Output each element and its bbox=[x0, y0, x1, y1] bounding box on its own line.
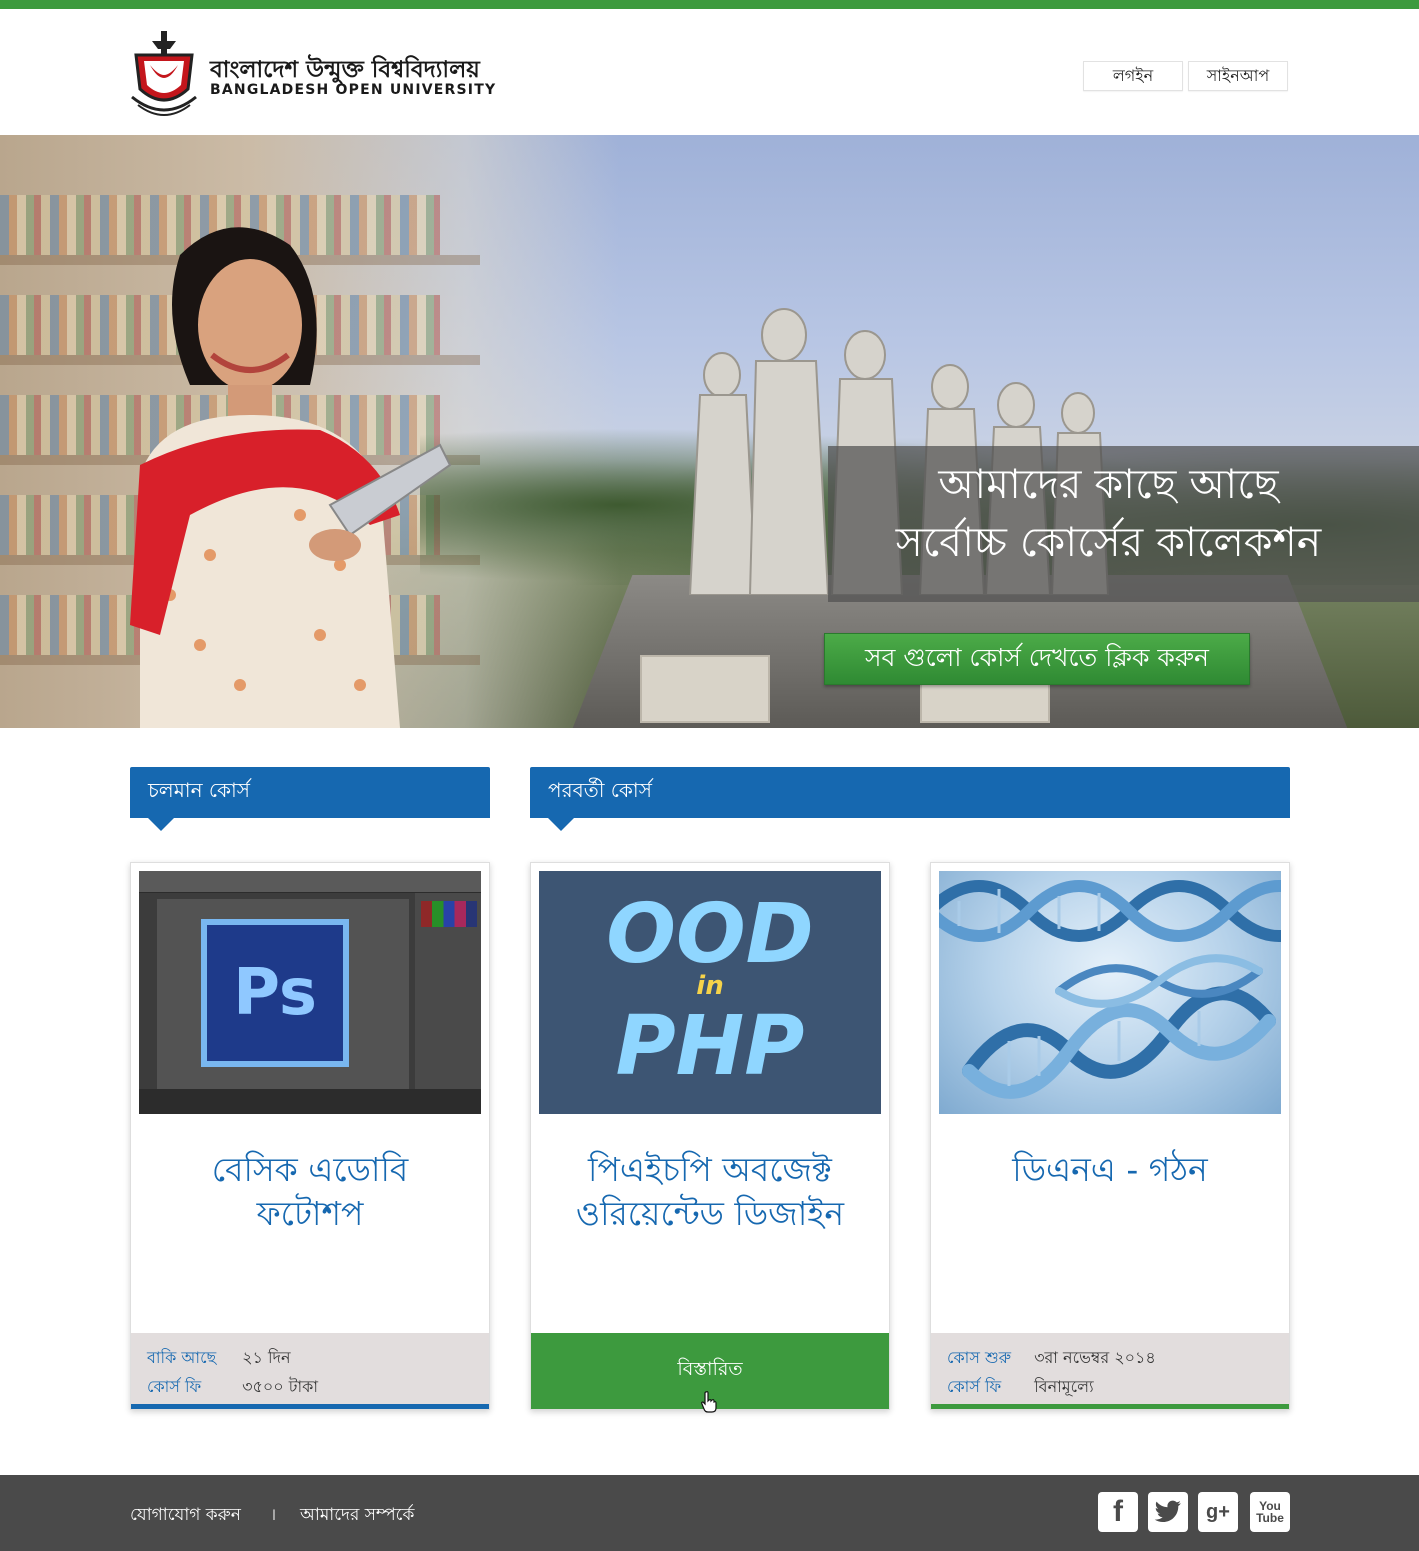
ood-php-thumbnail: OOD in PHP bbox=[539, 871, 881, 1114]
php-text: PHP bbox=[615, 999, 805, 1094]
photoshop-thumbnail: Ps bbox=[139, 871, 481, 1114]
hero-heading-line1: আমাদের কাছে আছে bbox=[938, 460, 1279, 508]
photoshop-statusbar bbox=[139, 1089, 481, 1114]
course-meta: বাকি আছে ২১ দিন কোর্স ফি ৩৫০০ টাকা bbox=[131, 1333, 489, 1409]
course-title-line1: বেসিক এডোবি bbox=[211, 1150, 409, 1189]
youtube-icon[interactable]: You Tube bbox=[1250, 1492, 1290, 1532]
view-all-courses-button[interactable]: সব গুলো কোর্স দেখতে ক্লিক করুন bbox=[824, 633, 1250, 685]
course-fee-label: কোর্স ফি bbox=[147, 1377, 202, 1396]
hero-heading-line2: সর্বোচ্চ কোর্সের কালেকশন bbox=[895, 518, 1322, 566]
course-title-line1: পিএইচপি অবজেক্ট bbox=[588, 1150, 832, 1189]
login-button[interactable]: লগইন bbox=[1083, 61, 1183, 91]
course-title-line2: ফটোশপ bbox=[256, 1194, 364, 1233]
remaining-days-row: বাকি আছে ২১ দিন bbox=[147, 1345, 291, 1372]
course-fee-value: বিনামূল্যে bbox=[1034, 1377, 1094, 1396]
twitter-bird-icon bbox=[1154, 1500, 1181, 1523]
logo-text-english: BANGLADESH OPEN UNIVERSITY bbox=[210, 82, 497, 98]
details-button[interactable]: বিস্তারিত bbox=[531, 1333, 889, 1413]
course-title[interactable]: পিএইচপি অবজেক্ট ওরিয়েন্টেড ডিজাইন bbox=[531, 1148, 889, 1236]
facebook-glyph: f bbox=[1113, 1495, 1123, 1528]
course-card-php-ood[interactable]: OOD in PHP পিএইচপি অবজেক্ট ওরিয়েন্টেড ড… bbox=[530, 862, 890, 1413]
googleplus-icon[interactable]: g+ bbox=[1198, 1492, 1238, 1532]
course-start-row: কোস শুরু ৩রা নভেম্বর ২০১৪ bbox=[947, 1345, 1156, 1372]
course-fee-label: কোর্স ফি bbox=[947, 1377, 1002, 1396]
photoshop-logo-icon: Ps bbox=[201, 919, 349, 1067]
youtube-line2: Tube bbox=[1256, 1511, 1284, 1525]
dna-helix-image bbox=[939, 880, 1281, 1099]
course-start-label: কোস শুরু bbox=[947, 1348, 1012, 1367]
hero-heading: আমাদের কাছে আছে সর্বোচ্চ কোর্সের কালেকশন bbox=[828, 455, 1419, 571]
current-courses-header: চলমান কোর্স bbox=[130, 767, 490, 831]
course-card-dna[interactable]: ডিএনএ - গঠন কোস শুরু ৩রা নভেম্বর ২০১৪ কো… bbox=[930, 862, 1290, 1410]
course-fee-value: ৩৫০০ টাকা bbox=[242, 1377, 318, 1396]
university-emblem-icon bbox=[131, 31, 197, 116]
hero-banner: আমাদের কাছে আছে সর্বোচ্চ কোর্সের কালেকশন… bbox=[0, 135, 1419, 728]
photoshop-toolbar bbox=[139, 871, 481, 893]
signup-button[interactable]: সাইনআপ bbox=[1188, 61, 1288, 91]
next-courses-title: পরবর্তী কোর্স bbox=[548, 778, 652, 802]
student-woman-image bbox=[130, 227, 452, 728]
photoshop-histogram bbox=[421, 901, 477, 927]
course-title[interactable]: বেসিক এডোবি ফটোশপ bbox=[131, 1148, 489, 1236]
course-card-photoshop[interactable]: Ps বেসিক এডোবি ফটোশপ বাকি আছে ২১ দিন কোর… bbox=[130, 862, 490, 1410]
details-button-label: বিস্তারিত bbox=[677, 1358, 743, 1380]
course-meta: কোস শুরু ৩রা নভেম্বর ২০১৪ কোর্স ফি বিনাম… bbox=[931, 1333, 1289, 1409]
course-fee-row: কোর্স ফি ৩৫০০ টাকা bbox=[147, 1374, 318, 1401]
course-fee-row: কোর্স ফি বিনামূল্যে bbox=[947, 1374, 1094, 1401]
current-courses-title: চলমান কোর্স bbox=[148, 778, 251, 802]
course-title[interactable]: ডিএনএ - গঠন bbox=[931, 1148, 1289, 1192]
ood-text: OOD bbox=[606, 887, 814, 982]
footer-separator: । bbox=[270, 1505, 277, 1525]
remaining-days-value: ২১ দিন bbox=[242, 1348, 291, 1367]
contact-link[interactable]: যোগাযোগ করুন bbox=[130, 1502, 241, 1530]
university-logo[interactable]: বাংলাদেশ উন্মুক্ত বিশ্ববিদ্যালয় BANGLAD… bbox=[130, 27, 510, 119]
site-footer: যোগাযোগ করুন । আমাদের সম্পর্কে f g+ You … bbox=[0, 1475, 1419, 1551]
next-courses-header: পরবর্তী কোর্স bbox=[530, 767, 1290, 831]
course-title-line1: ডিএনএ - গঠন bbox=[1012, 1150, 1208, 1189]
about-link[interactable]: আমাদের সম্পর্কে bbox=[300, 1502, 414, 1530]
course-title-line2: ওরিয়েন্টেড ডিজাইন bbox=[575, 1194, 845, 1233]
dna-thumbnail bbox=[939, 871, 1281, 1114]
facebook-icon[interactable]: f bbox=[1098, 1492, 1138, 1532]
hand-cursor-icon bbox=[701, 1391, 717, 1413]
remaining-days-label: বাকি আছে bbox=[147, 1348, 217, 1367]
top-accent-bar bbox=[0, 0, 1419, 9]
twitter-icon[interactable] bbox=[1148, 1492, 1188, 1532]
monument-plaque bbox=[640, 655, 770, 723]
site-header: বাংলাদেশ উন্মুক্ত বিশ্ববিদ্যালয় BANGLAD… bbox=[0, 9, 1419, 135]
course-start-value: ৩রা নভেম্বর ২০১৪ bbox=[1034, 1348, 1156, 1367]
googleplus-glyph: g+ bbox=[1206, 1500, 1230, 1523]
